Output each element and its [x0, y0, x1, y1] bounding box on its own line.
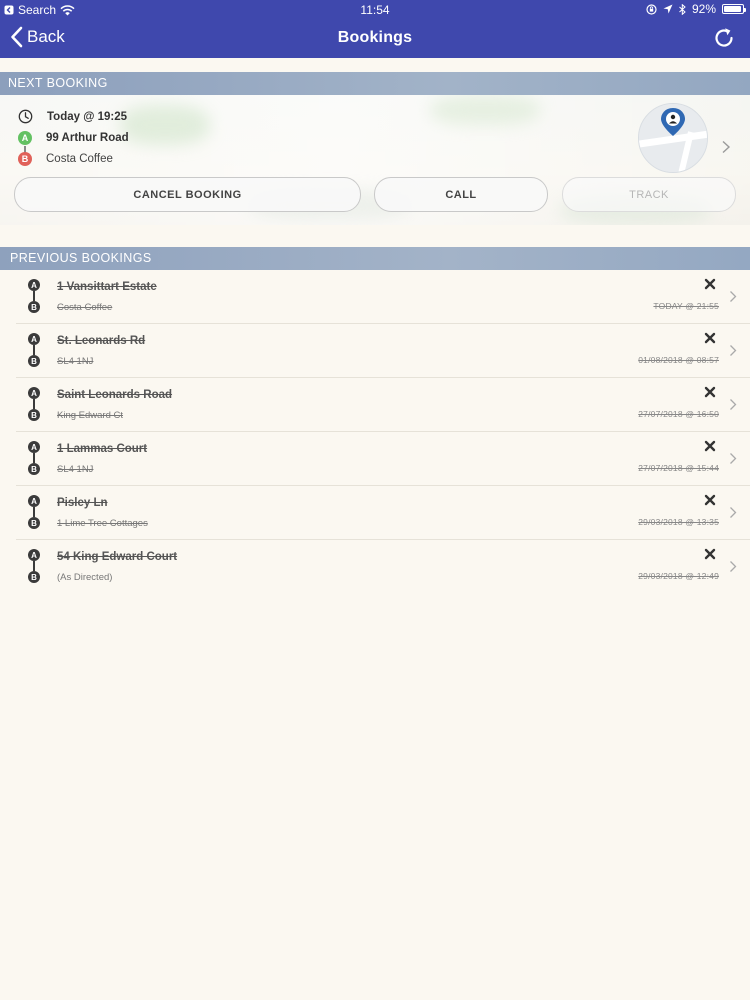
booking-dropoff: 1 Lime Tree Cottages	[57, 518, 148, 529]
chevron-right-icon	[730, 399, 737, 410]
map-background-patch	[430, 95, 540, 125]
close-icon[interactable]	[704, 278, 716, 290]
booking-pickup: Pisley Ln	[57, 497, 108, 509]
close-icon[interactable]	[704, 440, 716, 452]
status-bar: Search 11:54 92%	[0, 0, 750, 20]
list-item[interactable]: A B Pisley Ln 1 Lime Tree Cottages 29/03…	[16, 486, 750, 540]
pickup-marker-icon: A	[28, 387, 40, 399]
pickup-marker-icon: A	[28, 333, 40, 345]
close-icon[interactable]	[704, 548, 716, 560]
next-booking-time: Today @ 19:25	[47, 110, 128, 123]
map-thumbnail[interactable]	[638, 103, 708, 173]
nav-bar: Back Bookings	[0, 20, 750, 58]
booking-date: 29/03/2018 @ 13:35	[638, 517, 719, 527]
previous-bookings-header: PREVIOUS BOOKINGS	[0, 247, 750, 270]
chevron-right-icon	[722, 140, 731, 154]
route-connector	[33, 561, 35, 571]
cancel-booking-button[interactable]: CANCEL BOOKING	[14, 177, 361, 212]
booking-date: TODAY @ 21:55	[653, 301, 719, 311]
battery-percent: 92%	[691, 2, 716, 16]
next-booking-header: NEXT BOOKING	[0, 72, 750, 95]
booking-dropoff: Costa Coffee	[57, 302, 113, 313]
location-arrow-icon	[663, 4, 673, 14]
pickup-marker-icon: A	[18, 131, 32, 145]
call-button[interactable]: CALL	[374, 177, 548, 212]
next-booking-pickup: 99 Arthur Road	[46, 132, 129, 144]
booking-dropoff: SL4 1NJ	[57, 464, 94, 475]
pickup-marker-icon: A	[28, 495, 40, 507]
dropoff-marker-icon: B	[28, 355, 40, 367]
chevron-right-icon	[730, 291, 737, 302]
pickup-marker-icon: A	[28, 441, 40, 453]
booking-pickup: 1 Lammas Court	[57, 443, 148, 455]
dropoff-marker-icon: B	[18, 152, 32, 166]
booking-pickup: 54 King Edward Court	[57, 551, 178, 563]
battery-icon	[722, 4, 746, 14]
route-connector	[33, 399, 35, 409]
pickup-marker-icon: A	[28, 279, 40, 291]
dropoff-marker-icon: B	[28, 517, 40, 529]
dropoff-marker-icon: B	[28, 463, 40, 475]
status-time: 11:54	[360, 3, 390, 17]
top-bar: Search 11:54 92% Back Bookings	[0, 0, 750, 58]
previous-bookings-list: A B 1 Vansittart Estate Costa Coffee TOD…	[0, 270, 750, 594]
bluetooth-icon	[679, 3, 686, 15]
chevron-right-icon	[730, 453, 737, 464]
booking-pickup: 1 Vansittart Estate	[57, 281, 157, 293]
route-connector	[33, 291, 35, 301]
refresh-icon[interactable]	[712, 26, 736, 50]
map-background-patch	[120, 105, 210, 145]
status-right: 92%	[646, 2, 746, 16]
close-icon[interactable]	[704, 332, 716, 344]
list-item[interactable]: A B 1 Lammas Court SL4 1NJ 27/07/2018 @ …	[16, 432, 750, 486]
pickup-marker-icon: A	[28, 549, 40, 561]
list-item[interactable]: A B 54 King Edward Court (As Directed) 2…	[16, 540, 750, 594]
chevron-right-icon	[730, 507, 737, 518]
dropoff-marker-icon: B	[28, 571, 40, 583]
track-button[interactable]: TRACK	[562, 177, 736, 212]
route-connector	[33, 507, 35, 517]
close-icon[interactable]	[704, 494, 716, 506]
list-item[interactable]: A B Saint Leonards Road King Edward Ct 2…	[16, 378, 750, 432]
orientation-lock-icon	[646, 3, 657, 15]
booking-pickup: Saint Leonards Road	[57, 389, 173, 401]
next-booking-pickup-row: A 99 Arthur Road	[18, 131, 129, 145]
clock-icon	[18, 109, 33, 124]
dropoff-marker-icon: B	[28, 301, 40, 313]
next-booking-time-row: Today @ 19:25	[18, 109, 127, 124]
booking-date: 01/08/2018 @ 08:57	[638, 355, 719, 365]
list-item[interactable]: A B St. Leonards Rd SL4 1NJ 01/08/2018 @…	[16, 324, 750, 378]
map-pin-icon	[639, 104, 707, 172]
dropoff-marker-icon: B	[28, 409, 40, 421]
booking-dropoff: King Edward Ct	[57, 410, 124, 421]
booking-date: 27/07/2018 @ 16:50	[638, 409, 719, 419]
booking-dropoff: (As Directed)	[57, 572, 113, 583]
next-booking-dropoff-row: B Costa Coffee	[18, 152, 113, 166]
next-booking-dropoff: Costa Coffee	[46, 153, 113, 165]
page-title: Bookings	[337, 29, 413, 46]
route-connector	[33, 453, 35, 463]
booking-pickup: St. Leonards Rd	[57, 335, 146, 347]
route-connector	[33, 345, 35, 355]
booking-date: 29/03/2018 @ 12:49	[638, 571, 719, 581]
booking-dropoff: SL4 1NJ	[57, 356, 94, 367]
chevron-right-icon	[730, 561, 737, 572]
list-item[interactable]: A B 1 Vansittart Estate Costa Coffee TOD…	[16, 270, 750, 324]
close-icon[interactable]	[704, 386, 716, 398]
chevron-right-icon	[730, 345, 737, 356]
booking-date: 27/07/2018 @ 15:44	[638, 463, 719, 473]
